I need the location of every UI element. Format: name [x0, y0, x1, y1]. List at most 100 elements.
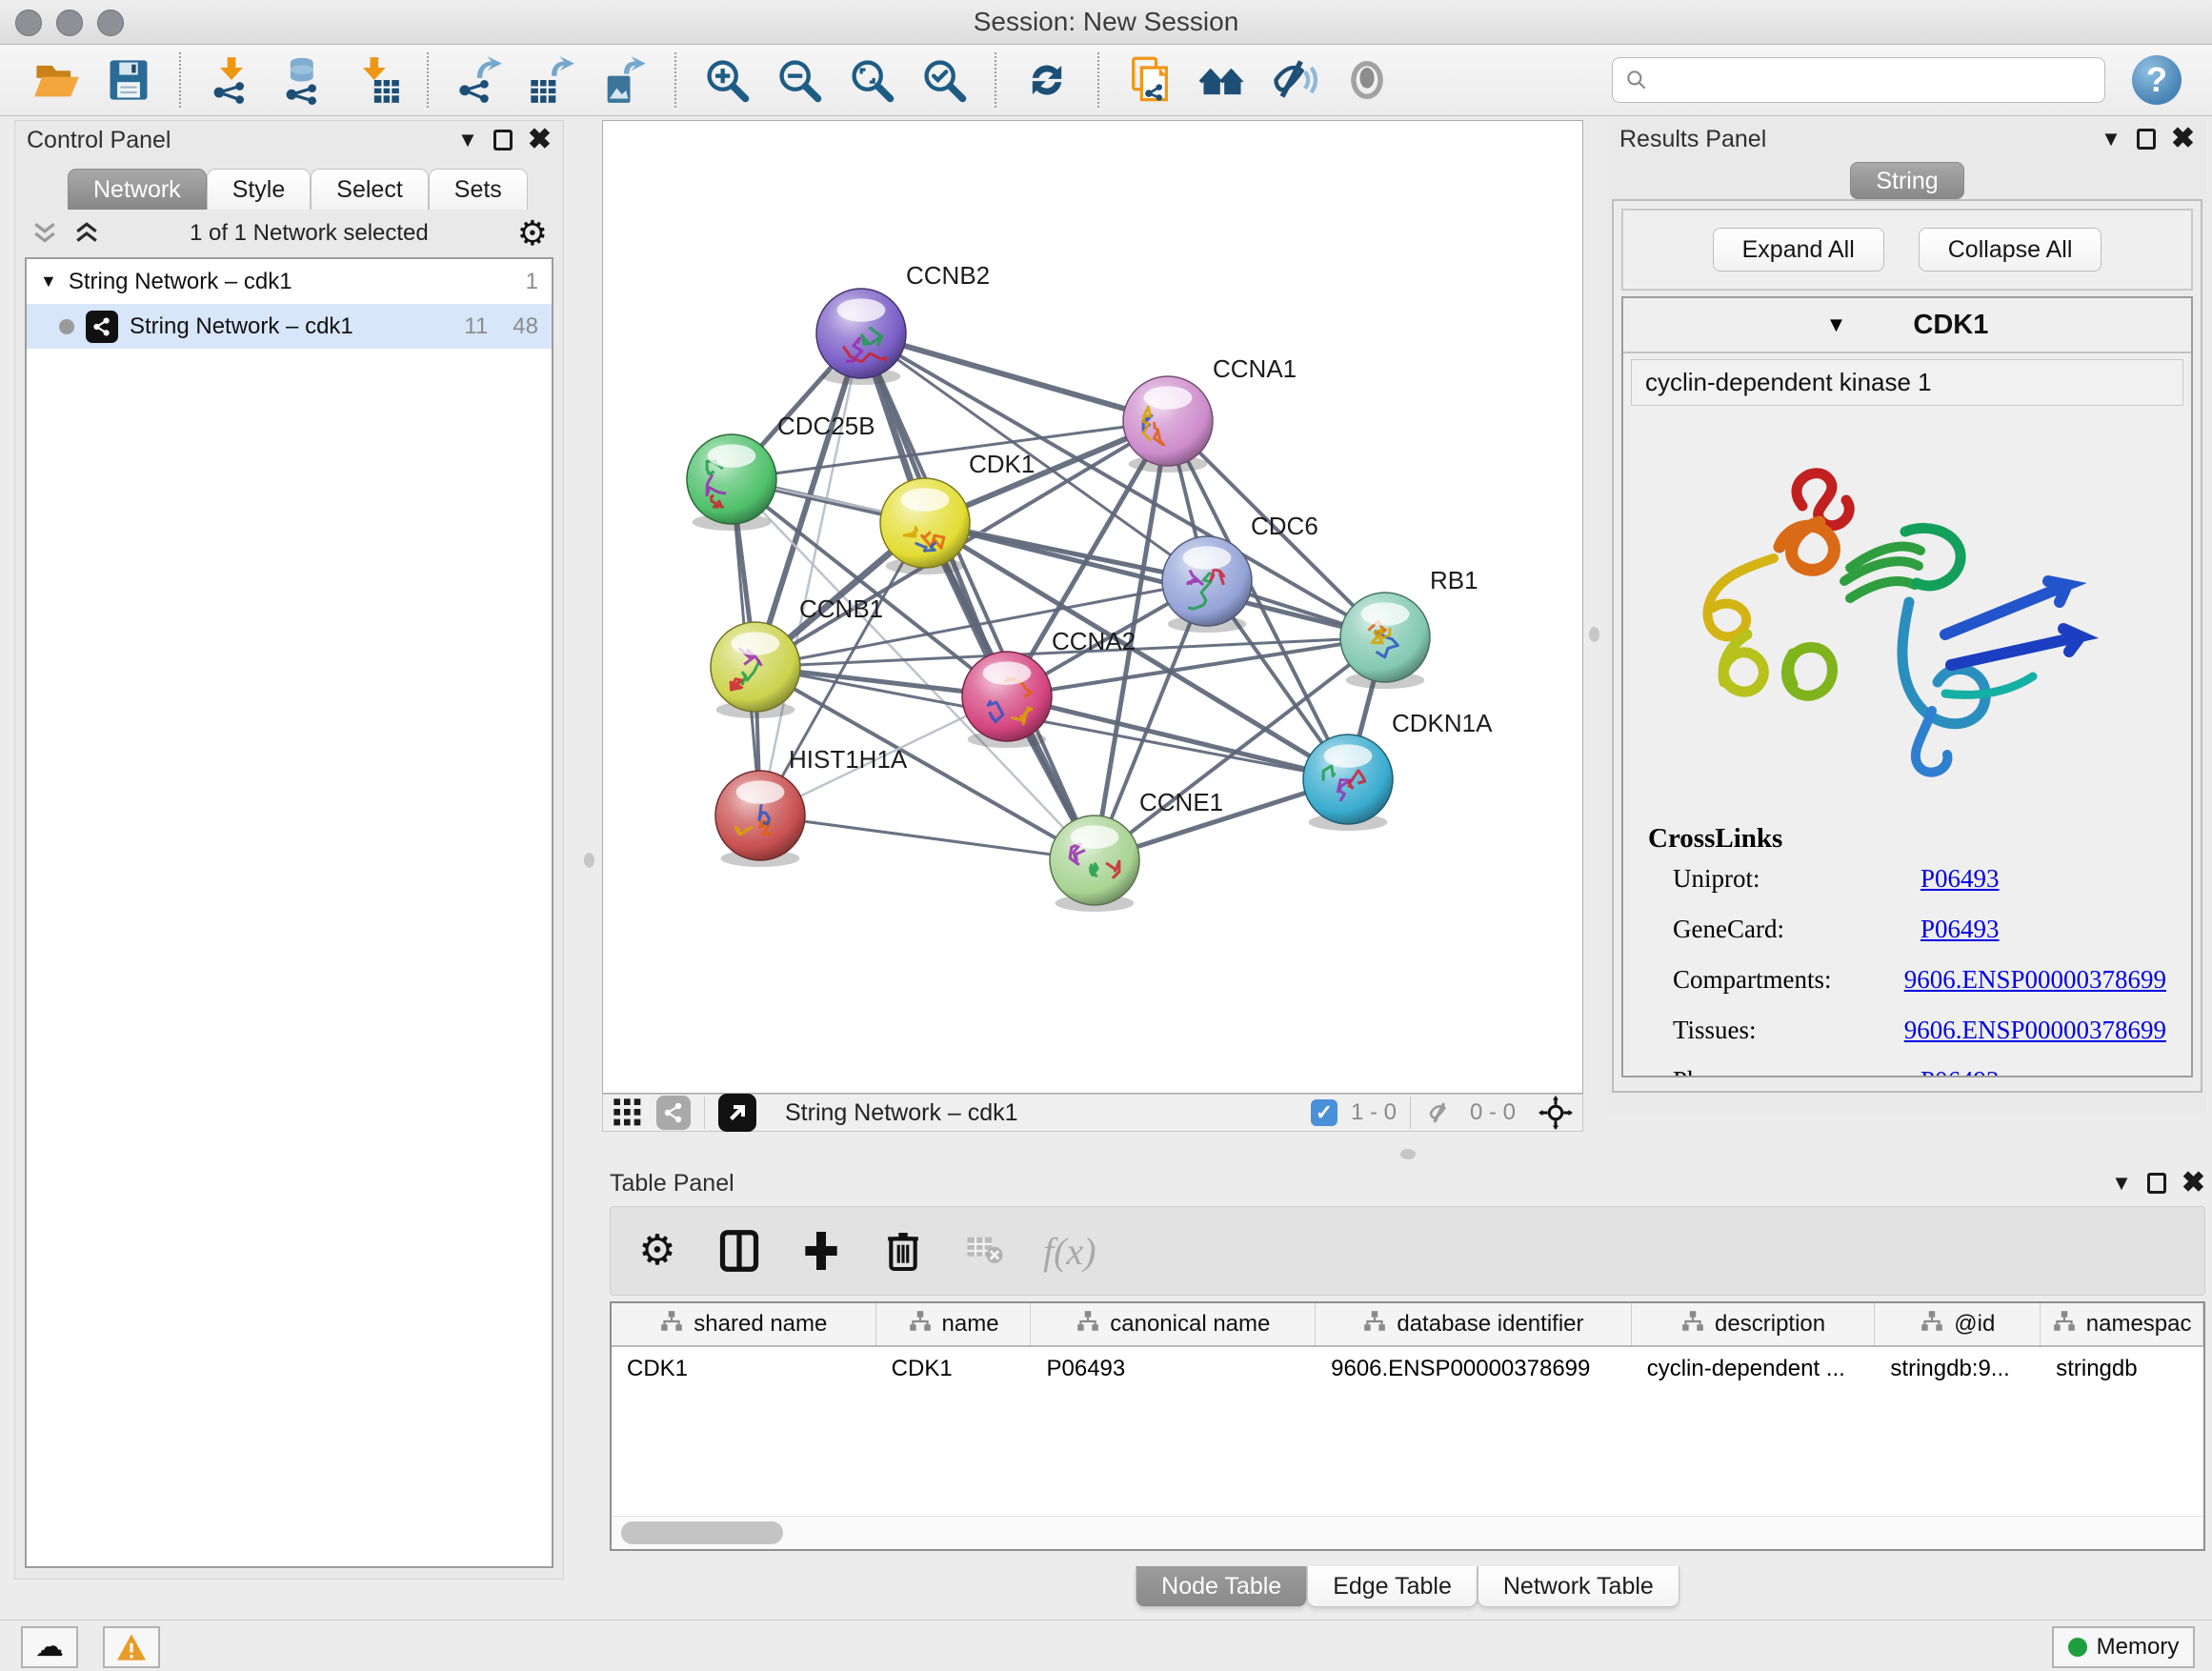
import-network-icon	[207, 55, 256, 105]
create-column-button[interactable]	[797, 1227, 845, 1275]
birdseye-button[interactable]	[718, 1094, 756, 1132]
selected-nodes-checkbox[interactable]: ✓	[1311, 1099, 1337, 1126]
export-network-button[interactable]	[448, 50, 511, 110]
tab-network-table[interactable]: Network Table	[1478, 1566, 1679, 1607]
vertical-splitter-handle[interactable]	[1589, 627, 1599, 642]
memory-button[interactable]: Memory	[2052, 1626, 2195, 1668]
scrollbar-thumb[interactable]	[621, 1521, 783, 1544]
toolbar-separator	[995, 52, 996, 108]
tab-edge-table[interactable]: Edge Table	[1307, 1566, 1478, 1607]
crosslink-label: Tissues:	[1673, 1016, 1904, 1045]
window-title: Session: New Session	[0, 7, 2212, 37]
open-session-button[interactable]	[25, 50, 88, 110]
crosslink-link[interactable]: P06493	[1920, 915, 2000, 944]
memory-label: Memory	[2097, 1634, 2180, 1661]
table-cell[interactable]: P06493	[1031, 1347, 1316, 1391]
show-columns-button[interactable]	[715, 1227, 763, 1275]
crosslink-row: Compartments: 9606.ENSP00000378699	[1673, 965, 2166, 995]
crosslink-link[interactable]: P06493	[1920, 864, 2000, 894]
cloud-status-button[interactable]: ☁	[21, 1626, 78, 1668]
tab-node-table[interactable]: Node Table	[1136, 1566, 1307, 1607]
import-table-button[interactable]	[345, 50, 408, 110]
vertical-splitter-handle[interactable]	[584, 853, 594, 868]
svg-text:RB1: RB1	[1430, 566, 1478, 594]
collapse-panel-button[interactable]: ▼	[457, 130, 478, 151]
import-database-button[interactable]	[272, 50, 335, 110]
network-share-view-button[interactable]	[656, 1096, 691, 1130]
network-from-selection-button[interactable]	[1118, 50, 1181, 110]
collapse-all-networks-button[interactable]	[72, 221, 101, 246]
tab-string[interactable]: String	[1850, 162, 1963, 199]
expand-all-button[interactable]: Expand All	[1713, 228, 1884, 272]
zoom-out-button[interactable]	[768, 50, 831, 110]
column-header[interactable]: @id	[1875, 1303, 2041, 1345]
function-builder-button[interactable]: f(x)	[1043, 1227, 1096, 1275]
network-collection-row[interactable]: ▼ String Network – cdk1 1	[27, 259, 552, 304]
close-panel-button[interactable]: ✖	[2182, 1169, 2205, 1198]
table-cell[interactable]: CDK1	[876, 1347, 1032, 1391]
collapse-panel-button[interactable]: ▼	[2111, 1173, 2132, 1194]
network-row-selected[interactable]: String Network – cdk1 11 48	[27, 304, 552, 349]
tab-style[interactable]: Style	[207, 169, 312, 210]
refresh-button[interactable]	[1016, 50, 1078, 110]
table-cell[interactable]: 9606.ENSP00000378699	[1316, 1347, 1632, 1391]
home-button[interactable]	[1191, 50, 1254, 110]
node-result-header[interactable]: ▼ CDK1	[1623, 298, 2191, 353]
horizontal-scrollbar[interactable]	[612, 1516, 2203, 1549]
delete-column-button[interactable]	[879, 1227, 927, 1275]
network-options-gear-icon[interactable]: ⚙	[517, 216, 548, 251]
table-cell[interactable]: stringdb:9...	[1875, 1347, 2041, 1391]
show-hidden-button[interactable]	[1336, 50, 1398, 110]
table-cell[interactable]: CDK1	[612, 1347, 876, 1391]
toolbar-separator	[1410, 1097, 1411, 1129]
pan-crosshair-button[interactable]	[1538, 1096, 1573, 1130]
collection-expand-triangle[interactable]: ▼	[40, 272, 57, 292]
help-button[interactable]: ?	[2132, 55, 2182, 105]
collapse-node-triangle[interactable]: ▼	[1826, 312, 1847, 337]
network-canvas[interactable]: CCNB2CCNA1CDC25BCDK1CDC6RB1CCNB1CCNA2CDK…	[602, 120, 1583, 1094]
table-cell[interactable]: cyclin-dependent ...	[1632, 1347, 1876, 1391]
cytoscape-window: Session: New Session	[0, 0, 2212, 1671]
crosslink-link[interactable]: 9606.ENSP00000378699	[1904, 1016, 2166, 1045]
tab-network[interactable]: Network	[68, 169, 207, 210]
warnings-button[interactable]	[103, 1626, 160, 1668]
search-input[interactable]	[1657, 66, 2093, 94]
table-settings-button[interactable]: ⚙	[633, 1227, 681, 1275]
float-panel-button[interactable]	[2147, 1173, 2166, 1194]
table-panel: Table Panel ▼ ✖ ⚙	[610, 1164, 2205, 1608]
expand-all-networks-button[interactable]	[30, 221, 59, 246]
crosslink-link[interactable]: 9606.ENSP00000378699	[1904, 965, 2166, 995]
close-panel-button[interactable]: ✖	[2171, 125, 2195, 153]
tab-select[interactable]: Select	[311, 169, 428, 210]
export-image-button[interactable]	[593, 50, 655, 110]
zoom-in-button[interactable]	[695, 50, 758, 110]
horizontal-splitter-handle[interactable]	[1400, 1149, 1416, 1159]
crosslink-link[interactable]: P06493	[1920, 1066, 2000, 1077]
export-table-button[interactable]	[520, 50, 583, 110]
column-header[interactable]: description	[1632, 1303, 1876, 1345]
save-session-button[interactable]	[97, 50, 160, 110]
delete-table-button[interactable]	[961, 1227, 1009, 1275]
close-panel-button[interactable]: ✖	[528, 126, 552, 154]
zoom-selected-button[interactable]	[913, 50, 975, 110]
crosslink-label: GeneCard:	[1673, 915, 1920, 944]
column-type-icon	[2052, 1310, 2077, 1339]
import-network-button[interactable]	[200, 50, 263, 110]
table-cell[interactable]: stringdb	[2041, 1347, 2203, 1391]
zoom-fit-button[interactable]	[840, 50, 903, 110]
grid-view-button[interactable]	[613, 1097, 643, 1128]
column-header[interactable]: name	[876, 1303, 1032, 1345]
trash-icon	[885, 1229, 921, 1273]
collapse-all-button[interactable]: Collapse All	[1919, 228, 2102, 272]
float-panel-button[interactable]	[493, 130, 513, 151]
column-header[interactable]: database identifier	[1316, 1303, 1632, 1345]
tab-sets[interactable]: Sets	[429, 169, 528, 210]
column-header[interactable]: namespac	[2041, 1303, 2203, 1345]
float-panel-button[interactable]	[2137, 129, 2156, 150]
table-row[interactable]: CDK1CDK1P064939606.ENSP00000378699cyclin…	[612, 1347, 2203, 1391]
column-header[interactable]: shared name	[612, 1303, 876, 1345]
collapse-panel-button[interactable]: ▼	[2101, 129, 2122, 150]
column-header[interactable]: canonical name	[1031, 1303, 1316, 1345]
hide-selected-button[interactable]	[1263, 50, 1326, 110]
open-folder-icon	[31, 55, 81, 105]
